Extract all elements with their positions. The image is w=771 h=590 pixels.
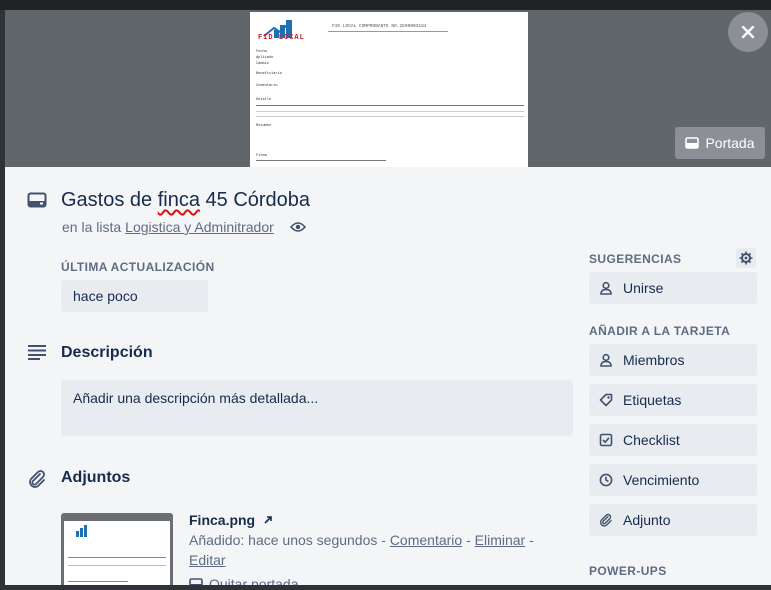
- join-button[interactable]: Unirse: [589, 272, 757, 304]
- attachments-title: Adjuntos: [61, 469, 131, 486]
- cover-button[interactable]: Portada: [675, 127, 765, 159]
- due-date-button-label: Vencimiento: [623, 472, 700, 488]
- attachment-delete-link[interactable]: Eliminar: [475, 532, 526, 548]
- cover-doc-row: Beneficiario: [256, 72, 282, 76]
- attachment-meta: Añadido: hace unos segundos - Comentario…: [189, 530, 569, 570]
- clock-icon: [599, 473, 613, 487]
- description-title: Descripción: [61, 344, 153, 361]
- cover-button-label: Portada: [705, 135, 755, 151]
- paperclip-icon: [599, 513, 612, 527]
- cover-doc-row: Resumen: [256, 124, 272, 128]
- attachment-thumbnail[interactable]: [61, 513, 173, 585]
- members-button[interactable]: Miembros: [589, 344, 757, 376]
- preview-rule: [68, 557, 166, 558]
- attachment-added-text: Añadido: hace unos segundos -: [189, 532, 390, 548]
- card-title[interactable]: Gastos de finca 45 Córdoba: [61, 189, 310, 212]
- cover-doc-rule: [256, 160, 386, 161]
- tag-icon: [599, 393, 613, 407]
- cover-doc-row: Aplicado: [256, 56, 274, 60]
- cover-image[interactable]: FID LOCAL FID LOCAL COMPROBANTE NO.2E000…: [250, 12, 528, 167]
- labels-button[interactable]: Etiquetas: [589, 384, 757, 416]
- cover-doc-rule: [256, 105, 524, 106]
- last-updated-label: ÚLTIMA ACTUALIZACIÓN: [61, 260, 215, 274]
- list-link[interactable]: Logistica y Adminitrador: [125, 219, 274, 235]
- cover-doc-title: FID LOCAL COMPROBANTE NO.2E00003184: [332, 24, 427, 29]
- due-date-button[interactable]: Vencimiento: [589, 464, 757, 496]
- checklist-icon: [599, 433, 613, 447]
- eye-icon[interactable]: [289, 221, 306, 233]
- labels-button-label: Etiquetas: [623, 392, 682, 408]
- card-icon: [27, 192, 47, 208]
- card-detail-modal: FID LOCAL FID LOCAL COMPROBANTE NO.2E000…: [5, 10, 771, 585]
- card-title-part: finca: [157, 189, 200, 211]
- list-info: en la lista Logistica y Adminitrador: [62, 219, 306, 235]
- attachment-separator: -: [462, 532, 475, 548]
- attachment-separator: -: [525, 532, 534, 548]
- attachment-preview: [64, 521, 170, 585]
- add-to-card-label: AÑADIR A LA TARJETA: [589, 324, 731, 338]
- person-icon: [600, 281, 612, 295]
- cover-doc-rule: [328, 31, 448, 32]
- cover-logo-text: FID LOCAL: [258, 34, 305, 42]
- close-button[interactable]: [728, 12, 768, 52]
- cover-doc-row: Cambio: [256, 62, 269, 66]
- description-icon: [28, 345, 46, 360]
- board-header-strip: [0, 0, 771, 10]
- attachment-edit-link[interactable]: Editar: [189, 552, 226, 568]
- cover-doc-row: Fecha: [256, 50, 267, 54]
- attachment-button[interactable]: Adjunto: [589, 504, 757, 536]
- attachments-icon: [29, 470, 45, 488]
- attachment-file-name: Finca.png: [189, 512, 256, 528]
- attachment-comment-link[interactable]: Comentario: [390, 532, 462, 548]
- card-title-part: 45 Córdoba: [199, 189, 311, 211]
- preview-rule: [68, 565, 166, 566]
- suggestions-label: SUGERENCIAS: [589, 252, 682, 266]
- cover-doc-rule: [256, 111, 524, 112]
- checklist-button-label: Checklist: [623, 432, 680, 448]
- gear-icon: [739, 251, 753, 265]
- checklist-button[interactable]: Checklist: [589, 424, 757, 456]
- description-field[interactable]: Añadir una descripción más detallada...: [61, 380, 573, 436]
- members-button-label: Miembros: [623, 352, 685, 368]
- last-updated-value[interactable]: hace poco: [61, 280, 208, 312]
- close-icon: [741, 25, 755, 39]
- cover-card-icon: [189, 578, 203, 585]
- join-button-label: Unirse: [623, 280, 664, 296]
- power-ups-label: POWER-UPS: [589, 564, 667, 578]
- attachment-button-label: Adjunto: [623, 512, 671, 528]
- cover-card-icon: [685, 137, 700, 149]
- attachment-name[interactable]: Finca.png: [189, 512, 273, 528]
- card-title-part: Gastos de: [61, 189, 158, 211]
- cover-doc-row: Detalle: [256, 98, 272, 102]
- external-link-icon[interactable]: [263, 515, 273, 525]
- list-prefix: en la lista: [62, 219, 122, 235]
- cover-doc-row: Comentario: [256, 84, 278, 88]
- cover-doc-row: Firma: [256, 154, 267, 158]
- suggestions-settings-button[interactable]: [736, 248, 756, 268]
- preview-rule: [68, 581, 128, 582]
- remove-cover-action[interactable]: Quitar portada: [189, 576, 299, 585]
- fid-logo-icon: [76, 525, 87, 537]
- cover-doc-rule: [256, 116, 524, 117]
- person-icon: [600, 353, 612, 367]
- card-cover: FID LOCAL FID LOCAL COMPROBANTE NO.2E000…: [5, 10, 771, 167]
- remove-cover-label: Quitar portada: [209, 576, 299, 585]
